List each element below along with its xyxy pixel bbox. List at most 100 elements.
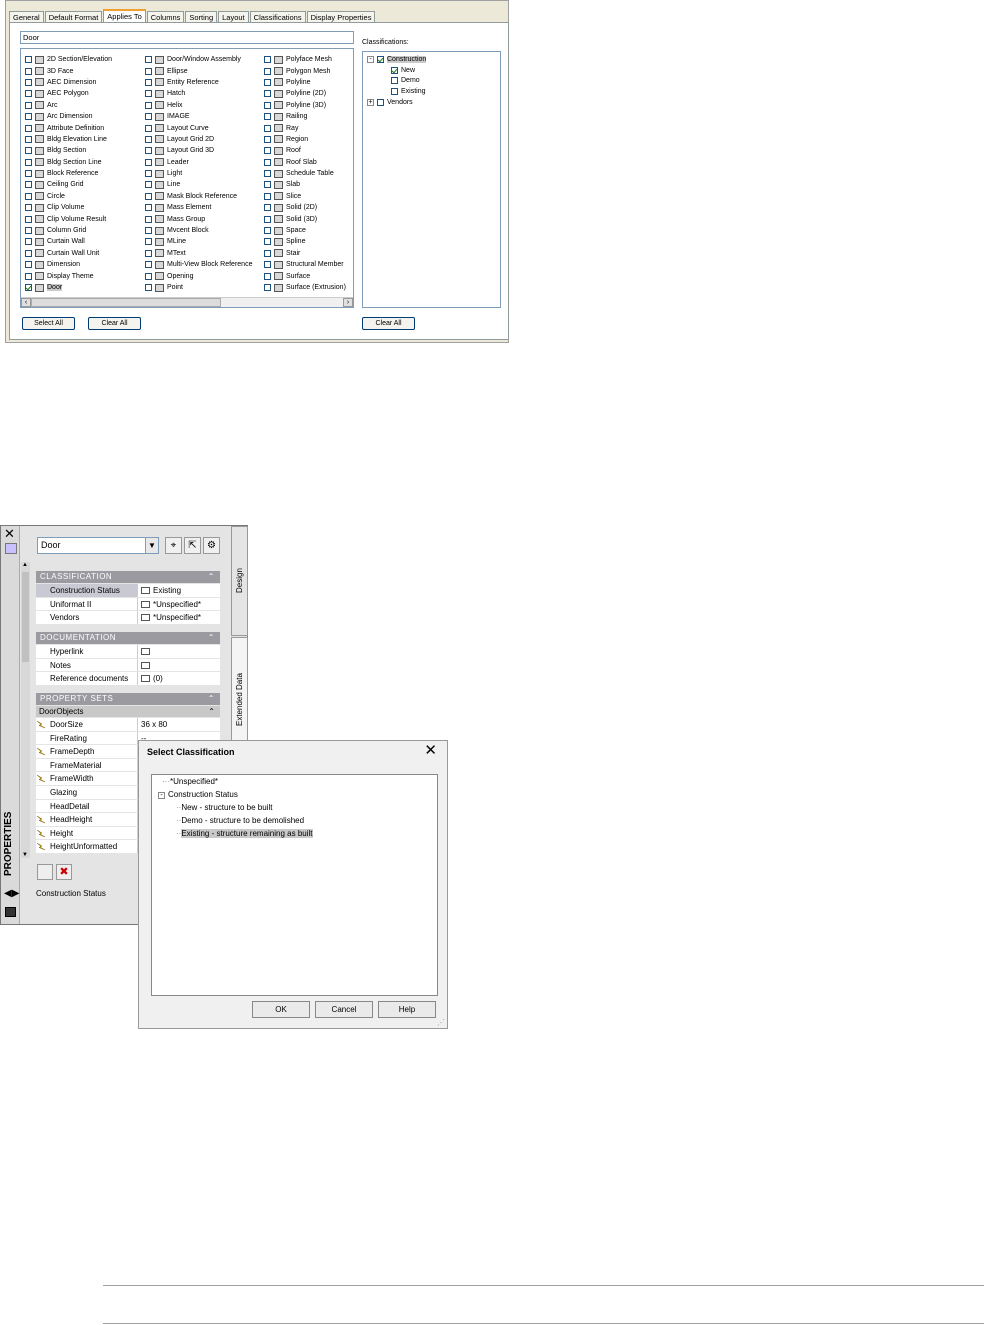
object-type-item[interactable]: Light xyxy=(145,168,252,179)
object-type-checkbox[interactable] xyxy=(145,113,152,121)
object-type-item[interactable]: Surface xyxy=(264,270,346,281)
tree-node-existing[interactable]: Existing xyxy=(391,87,426,97)
object-type-checkbox[interactable] xyxy=(25,204,32,212)
collapse-subsection-icon[interactable]: ⌃ xyxy=(208,706,215,717)
object-type-checkbox[interactable] xyxy=(264,124,271,132)
object-type-item[interactable]: Slab xyxy=(264,179,346,190)
object-type-checkbox[interactable] xyxy=(264,284,271,291)
object-type-item[interactable]: MLine xyxy=(145,236,252,247)
object-type-item[interactable]: Spline xyxy=(264,236,346,247)
clear-all-button[interactable]: Clear All xyxy=(88,317,141,330)
property-value[interactable]: (0) xyxy=(138,672,220,685)
object-type-checkbox[interactable] xyxy=(264,204,271,212)
worksheet-icon[interactable] xyxy=(141,614,150,622)
checkbox-existing[interactable] xyxy=(391,88,398,95)
object-type-item[interactable]: Mass Element xyxy=(145,202,252,213)
object-type-checkbox[interactable] xyxy=(145,192,152,200)
section-property-sets[interactable]: PROPERTY SETS ⌃ xyxy=(36,693,220,705)
object-type-item[interactable]: Polygon Mesh xyxy=(264,65,346,76)
horizontal-scrollbar[interactable]: ‹ › xyxy=(21,297,353,307)
object-type-checkbox[interactable] xyxy=(264,158,271,166)
collapse-icon[interactable]: - xyxy=(158,792,165,799)
object-type-checkbox[interactable] xyxy=(264,90,271,98)
object-type-item[interactable]: Stair xyxy=(264,248,346,259)
tab-extended-data[interactable]: Extended Data xyxy=(231,637,248,757)
object-type-item[interactable]: Roof Slab xyxy=(264,157,346,168)
collapse-icon[interactable]: - xyxy=(367,55,374,63)
object-type-checkbox[interactable] xyxy=(25,215,32,223)
object-type-checkbox[interactable] xyxy=(145,284,152,291)
object-type-item[interactable]: Surface (Extrusion) xyxy=(264,282,346,293)
object-type-item[interactable]: Solid (3D) xyxy=(264,213,346,224)
object-type-item[interactable]: Schedule Table xyxy=(264,168,346,179)
object-type-item[interactable]: Bldg Section xyxy=(25,145,112,156)
collapse-section-icon[interactable]: ⌃ xyxy=(208,632,215,644)
tree-item-demo[interactable]: ··Demo - structure to be demolished xyxy=(176,815,304,827)
object-type-checkbox[interactable] xyxy=(25,124,32,132)
tab-applies-to[interactable]: Applies To xyxy=(103,9,146,23)
scroll-right-icon[interactable]: › xyxy=(343,298,353,307)
checkbox-new[interactable] xyxy=(391,66,398,74)
object-type-select[interactable]: Door ▼ xyxy=(37,537,159,554)
object-type-item[interactable]: MText xyxy=(145,248,252,259)
object-type-checkbox[interactable] xyxy=(145,249,152,257)
object-type-checkbox[interactable] xyxy=(145,204,152,212)
object-type-list[interactable]: 2D Section/Elevation 3D Face AEC Dimension… xyxy=(20,48,354,308)
object-type-item[interactable]: Opening xyxy=(145,270,252,281)
object-type-checkbox[interactable] xyxy=(264,238,271,246)
tree-item-new[interactable]: ··New - structure to be built xyxy=(176,802,272,814)
scroll-up-icon[interactable]: ▲ xyxy=(22,562,28,568)
remove-property-sets-icon[interactable]: ✖ xyxy=(56,864,72,880)
object-type-item[interactable]: Display Theme xyxy=(25,270,112,281)
object-type-item[interactable]: Polyline (3D) xyxy=(264,100,346,111)
object-type-item[interactable]: Door xyxy=(25,282,112,293)
object-type-item[interactable]: Region xyxy=(264,134,346,145)
object-type-item[interactable]: Roof xyxy=(264,145,346,156)
object-type-item[interactable]: Point xyxy=(145,282,252,293)
object-type-checkbox[interactable] xyxy=(264,78,271,86)
auto-hide-icon[interactable]: ◀▶ xyxy=(4,888,19,899)
quick-select-icon[interactable]: ⌖ xyxy=(165,537,182,554)
section-classification[interactable]: CLASSIFICATION ⌃ xyxy=(36,571,220,583)
select-objects-icon[interactable]: ⇱ xyxy=(184,537,201,554)
property-row[interactable]: Hyperlink xyxy=(36,645,220,659)
object-type-checkbox[interactable] xyxy=(25,56,32,64)
object-type-checkbox[interactable] xyxy=(264,261,271,269)
help-button[interactable]: Help xyxy=(378,1001,436,1018)
object-type-item[interactable]: Structural Member xyxy=(264,259,346,270)
object-type-checkbox[interactable] xyxy=(25,147,32,155)
object-type-item[interactable]: Block Reference xyxy=(25,168,112,179)
tree-item-existing[interactable]: ··Existing - structure remaining as buil… xyxy=(176,828,313,840)
object-type-checkbox[interactable] xyxy=(145,261,152,269)
object-filter-input[interactable]: Door xyxy=(20,31,354,44)
worksheet-icon[interactable] xyxy=(141,661,150,669)
property-value[interactable] xyxy=(138,659,220,672)
object-type-item[interactable]: AEC Polygon xyxy=(25,88,112,99)
object-type-item[interactable]: 2D Section/Elevation xyxy=(25,54,112,65)
object-type-item[interactable]: Ceiling Grid xyxy=(25,179,112,190)
object-type-checkbox[interactable] xyxy=(145,90,152,98)
object-type-item[interactable]: Bldg Elevation Line xyxy=(25,134,112,145)
object-type-checkbox[interactable] xyxy=(25,170,32,178)
object-type-checkbox[interactable] xyxy=(264,101,271,109)
object-type-checkbox[interactable] xyxy=(25,181,32,189)
object-type-item[interactable]: Ellipse xyxy=(145,65,252,76)
close-icon[interactable]: ✕ xyxy=(4,527,15,540)
property-row[interactable]: DoorSize 36 x 80 xyxy=(36,718,220,732)
object-type-checkbox[interactable] xyxy=(264,192,271,200)
object-type-item[interactable]: Layout Curve xyxy=(145,122,252,133)
object-type-checkbox[interactable] xyxy=(25,90,32,98)
object-type-item[interactable]: Ray xyxy=(264,122,346,133)
worksheet-icon[interactable] xyxy=(141,648,150,655)
object-type-item[interactable]: Bldg Section Line xyxy=(25,157,112,168)
property-row[interactable]: Notes xyxy=(36,658,220,673)
object-type-item[interactable]: Solid (2D) xyxy=(264,202,346,213)
object-type-item[interactable]: Clip Volume xyxy=(25,202,112,213)
clear-all-classifications-button[interactable]: Clear All xyxy=(362,317,415,330)
classifications-tree[interactable]: - Construction New Demo Existing + Vendo… xyxy=(362,51,501,308)
scroll-left-icon[interactable]: ‹ xyxy=(21,298,31,307)
object-type-checkbox[interactable] xyxy=(25,78,32,86)
object-type-checkbox[interactable] xyxy=(25,238,32,246)
object-type-checkbox[interactable] xyxy=(264,147,271,155)
object-type-checkbox[interactable] xyxy=(264,215,271,223)
